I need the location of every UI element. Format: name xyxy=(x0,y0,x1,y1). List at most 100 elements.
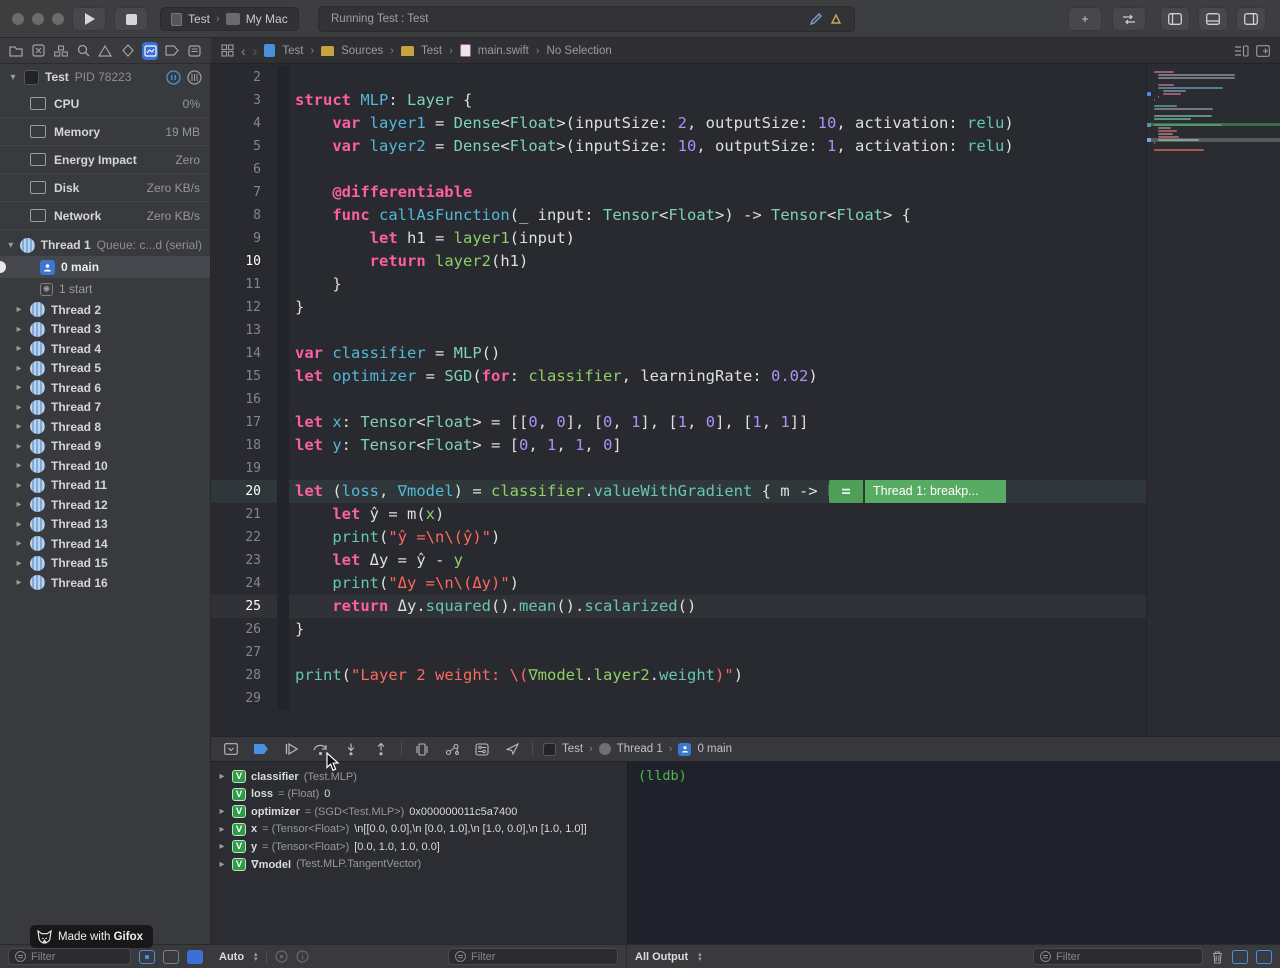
minimize-window-button[interactable] xyxy=(32,13,44,25)
line-number[interactable]: 9 xyxy=(211,227,277,250)
line-number[interactable]: 17 xyxy=(211,411,277,434)
code-line[interactable]: 16 xyxy=(211,388,1146,411)
line-number[interactable]: 8 xyxy=(211,204,277,227)
filter-breakpoints-button[interactable] xyxy=(187,950,203,964)
code-line[interactable]: 12} xyxy=(211,296,1146,319)
code-line[interactable]: 3struct MLP: Layer { xyxy=(211,89,1146,112)
line-number[interactable]: 6 xyxy=(211,158,277,181)
source-editor[interactable]: 23struct MLP: Layer {4 var layer1 = Dens… xyxy=(211,64,1280,736)
code-line[interactable]: 10 return layer2(h1) xyxy=(211,250,1146,273)
line-number[interactable]: 29 xyxy=(211,687,277,710)
disclosure-open-icon[interactable]: ▾ xyxy=(8,240,14,251)
stop-button[interactable] xyxy=(114,7,148,31)
test-navigator-icon[interactable] xyxy=(120,42,136,60)
disclosure-closed-icon[interactable]: ▸ xyxy=(14,538,24,549)
thread-row[interactable]: ▸Thread 8 xyxy=(0,417,210,437)
code-line[interactable]: 21 let ŷ = m(x) xyxy=(211,503,1146,526)
line-number[interactable]: 23 xyxy=(211,549,277,572)
show-variables-view-button[interactable] xyxy=(1232,950,1248,964)
thread-row[interactable]: ▸Thread 4 xyxy=(0,339,210,359)
line-number[interactable]: 7 xyxy=(211,181,277,204)
debug-view-hierarchy-button[interactable] xyxy=(412,741,432,758)
line-number[interactable]: 5 xyxy=(211,135,277,158)
thread-row[interactable]: ▸Thread 2 xyxy=(0,300,210,320)
line-number[interactable]: 12 xyxy=(211,296,277,319)
code-line[interactable]: 7 @differentiable xyxy=(211,181,1146,204)
thread-row[interactable]: ▸Thread 15 xyxy=(0,554,210,574)
disclosure-closed-icon[interactable]: ▸ xyxy=(217,859,227,870)
disclosure-closed-icon[interactable]: ▸ xyxy=(14,304,24,315)
code-line[interactable]: 29 xyxy=(211,687,1146,710)
thread-row[interactable]: ▸Thread 14 xyxy=(0,534,210,554)
line-number[interactable]: 21 xyxy=(211,503,277,526)
disclosure-closed-icon[interactable]: ▸ xyxy=(14,577,24,588)
line-number[interactable]: 24 xyxy=(211,572,277,595)
thread-row[interactable]: ▸Thread 7 xyxy=(0,398,210,418)
breakpoint-line-number[interactable]: 20 xyxy=(211,480,277,503)
dbg-crumb-frame[interactable]: 0 main xyxy=(697,743,732,755)
step-out-button[interactable] xyxy=(371,741,391,758)
variable-row[interactable]: Vloss = (Float) 0 xyxy=(211,786,627,804)
breakpoints-toggle-button[interactable] xyxy=(251,741,271,758)
disclosure-closed-icon[interactable]: ▸ xyxy=(14,363,24,374)
issue-navigator-icon[interactable] xyxy=(97,42,113,60)
go-back-button[interactable]: ‹ xyxy=(241,43,246,59)
quicklook-info-icon[interactable] xyxy=(296,950,309,963)
zoom-window-button[interactable] xyxy=(52,13,64,25)
disclosure-closed-icon[interactable]: ▸ xyxy=(14,441,24,452)
thread-row[interactable]: ▸Thread 3 xyxy=(0,320,210,340)
variables-view[interactable]: ▸Vclassifier (Test.MLP)Vloss = (Float) 0… xyxy=(211,762,627,944)
crumb-file[interactable]: main.swift xyxy=(478,45,529,57)
disclosure-closed-icon[interactable]: ▸ xyxy=(14,499,24,510)
console-scope-select[interactable]: All Output xyxy=(635,951,688,963)
disclosure-closed-icon[interactable]: ▸ xyxy=(217,841,227,852)
line-number[interactable]: 15 xyxy=(211,365,277,388)
toggle-debug-area-button[interactable] xyxy=(1198,7,1228,31)
related-items-icon[interactable] xyxy=(221,44,234,57)
library-button[interactable]: + xyxy=(1068,7,1102,31)
add-editor-icon[interactable] xyxy=(1256,45,1270,57)
line-number[interactable]: 2 xyxy=(211,66,277,89)
view-process-by-icon[interactable] xyxy=(187,70,202,85)
disclosure-closed-icon[interactable]: ▸ xyxy=(14,324,24,335)
gauge-energy-impact[interactable]: Energy ImpactZero xyxy=(0,146,210,174)
thread-row[interactable]: ▸Thread 13 xyxy=(0,515,210,535)
disclosure-closed-icon[interactable]: ▸ xyxy=(217,806,227,817)
thread-row[interactable]: ▸Thread 11 xyxy=(0,476,210,496)
line-number[interactable]: 16 xyxy=(211,388,277,411)
close-window-button[interactable] xyxy=(12,13,24,25)
code-line[interactable]: 23 let Δy = ŷ - y xyxy=(211,549,1146,572)
continue-button[interactable] xyxy=(281,741,301,758)
code-line[interactable]: 19 xyxy=(211,457,1146,480)
view-mode-button[interactable] xyxy=(163,950,179,964)
line-number[interactable]: 28 xyxy=(211,664,277,687)
step-into-button[interactable] xyxy=(341,741,361,758)
breakpoint-line-number[interactable]: 10 xyxy=(211,250,277,273)
code-line[interactable]: 27 xyxy=(211,641,1146,664)
run-button[interactable] xyxy=(72,7,106,31)
code-line[interactable]: 24 print("Δy =\n\(Δy)") xyxy=(211,572,1146,595)
disclosure-closed-icon[interactable]: ▸ xyxy=(14,402,24,413)
disclosure-closed-icon[interactable]: ▸ xyxy=(217,771,227,782)
code-line[interactable]: 17let x: Tensor<Float> = [[0, 0], [0, 1]… xyxy=(211,411,1146,434)
code-line[interactable]: 20let (loss, ∇model) = classifier.valueW… xyxy=(211,480,1146,503)
disclosure-closed-icon[interactable]: ▸ xyxy=(217,824,227,835)
scheme-selector[interactable]: Test › My Mac xyxy=(160,7,299,31)
disclosure-closed-icon[interactable]: ▸ xyxy=(14,460,24,471)
code-line[interactable]: 26} xyxy=(211,618,1146,641)
code-line[interactable]: 4 var layer1 = Dense<Float>(inputSize: 2… xyxy=(211,112,1146,135)
find-navigator-icon[interactable] xyxy=(75,42,91,60)
report-navigator-icon[interactable] xyxy=(187,42,203,60)
variable-row[interactable]: ▸Vx = (Tensor<Float>) \n[[0.0, 0.0],\n [… xyxy=(211,821,627,839)
symbol-navigator-icon[interactable] xyxy=(53,42,69,60)
debug-memory-graph-button[interactable] xyxy=(442,741,462,758)
simulate-location-button[interactable] xyxy=(502,741,522,758)
line-number[interactable]: 11 xyxy=(211,273,277,296)
thread-row[interactable]: ▸Thread 9 xyxy=(0,437,210,457)
line-number[interactable]: 18 xyxy=(211,434,277,457)
line-number[interactable]: 19 xyxy=(211,457,277,480)
line-number[interactable]: 27 xyxy=(211,641,277,664)
gauge-disk[interactable]: DiskZero KB/s xyxy=(0,174,210,202)
line-number[interactable]: 3 xyxy=(211,89,277,112)
disclosure-closed-icon[interactable]: ▸ xyxy=(14,480,24,491)
